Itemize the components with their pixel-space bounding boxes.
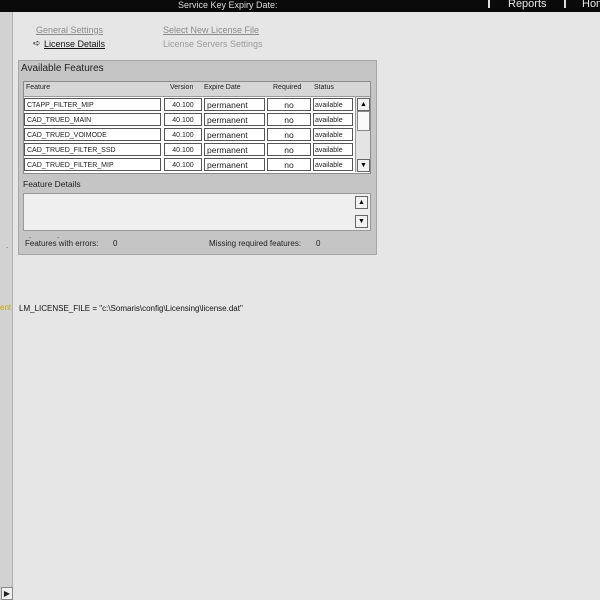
available-features-title: Available Features [21, 63, 104, 74]
features-table-header: Feature Version Expire Date Required Sta… [24, 82, 370, 97]
feature-details-box[interactable]: ▲ ▼ [23, 193, 371, 231]
cell-required: no [267, 158, 311, 171]
cell-feature: CAD_TRUED_VOIMODE [24, 128, 161, 141]
nav-separator [488, 0, 490, 8]
nav-reports[interactable]: Reports [508, 0, 547, 10]
cell-status: available [313, 113, 353, 126]
scroll-up-icon[interactable]: ▲ [357, 98, 370, 111]
top-bar: Service Key Expiry Date: Reports Hom [0, 0, 600, 12]
scroll-down-icon[interactable]: ▼ [355, 215, 368, 228]
table-row[interactable]: CAD_TRUED_MAIN 40.100 permanent no avail… [24, 113, 354, 127]
scroll-thumb[interactable] [357, 111, 370, 131]
left-strip-marker: . [6, 241, 9, 250]
current-tab-arrow-icon: ➪ [33, 38, 41, 48]
table-row[interactable]: CTAPP_FILTER_MIP 40.100 permanent no ava… [24, 98, 354, 112]
cell-version: 40.100 [164, 143, 202, 156]
cell-status: available [313, 158, 353, 171]
col-feature[interactable]: Feature [26, 84, 50, 91]
missing-required-features-label: Missing required features: [209, 239, 302, 248]
cell-version: 40.100 [164, 98, 202, 111]
feature-details-label: Feature Details [23, 179, 81, 189]
nav-separator [564, 0, 566, 8]
tab-general-settings[interactable]: General Settings [36, 25, 103, 35]
col-status[interactable]: Status [314, 84, 334, 91]
cell-version: 40.100 [164, 128, 202, 141]
features-with-errors-count: 0 [113, 239, 118, 248]
scroll-up-icon[interactable]: ▲ [355, 196, 368, 209]
features-with-errors-label: Features with errors: [25, 239, 99, 248]
missing-required-features-count: 0 [316, 239, 321, 248]
tab-select-new-license-file[interactable]: Select New License File [163, 25, 259, 35]
available-features-panel: Available Features Feature Version Expir… [18, 60, 377, 255]
left-strip-expand-button[interactable]: ▶ [1, 587, 13, 600]
service-key-expiry-label: Service Key Expiry Date: [178, 0, 278, 10]
col-expire-date[interactable]: Expire Date [204, 84, 241, 91]
cell-feature: CAD_TRUED_FILTER_SSD [24, 143, 161, 156]
cell-expire-date: permanent [204, 143, 265, 156]
col-required[interactable]: Required [273, 84, 301, 91]
cell-version: 40.100 [164, 113, 202, 126]
scroll-down-icon[interactable]: ▼ [357, 159, 370, 172]
cell-expire-date: permanent [204, 98, 265, 111]
cell-required: no [267, 113, 311, 126]
cell-status: available [313, 128, 353, 141]
license-file-path: LM_LICENSE_FILE = "c:\Somaris\config\Lic… [19, 304, 243, 313]
cell-status: available [313, 98, 353, 111]
cell-expire-date: permanent [204, 158, 265, 171]
cell-feature: CTAPP_FILTER_MIP [24, 98, 161, 111]
cell-expire-date: permanent [204, 128, 265, 141]
table-row[interactable]: CAD_TRUED_FILTER_MIP 40.100 permanent no… [24, 158, 354, 172]
cell-feature: CAD_TRUED_FILTER_MIP [24, 158, 161, 171]
cell-expire-date: permanent [204, 113, 265, 126]
col-version[interactable]: Version [170, 84, 193, 91]
cell-required: no [267, 128, 311, 141]
left-strip: . ent [0, 12, 13, 600]
features-table-scrollbar[interactable]: ▲ ▼ [355, 97, 370, 172]
nav-home[interactable]: Hom [582, 0, 600, 10]
table-row[interactable]: CAD_TRUED_FILTER_SSD 40.100 permanent no… [24, 143, 354, 157]
tab-license-servers-settings[interactable]: License Servers Settings [163, 39, 263, 49]
cell-status: available [313, 143, 353, 156]
left-strip-label: ent [0, 303, 12, 312]
cell-version: 40.100 [164, 158, 202, 171]
cell-required: no [267, 98, 311, 111]
table-row[interactable]: CAD_TRUED_VOIMODE 40.100 permanent no av… [24, 128, 354, 142]
cell-feature: CAD_TRUED_MAIN [24, 113, 161, 126]
cell-required: no [267, 143, 311, 156]
tab-license-details[interactable]: License Details [44, 39, 105, 49]
features-table: Feature Version Expire Date Required Sta… [23, 81, 371, 174]
